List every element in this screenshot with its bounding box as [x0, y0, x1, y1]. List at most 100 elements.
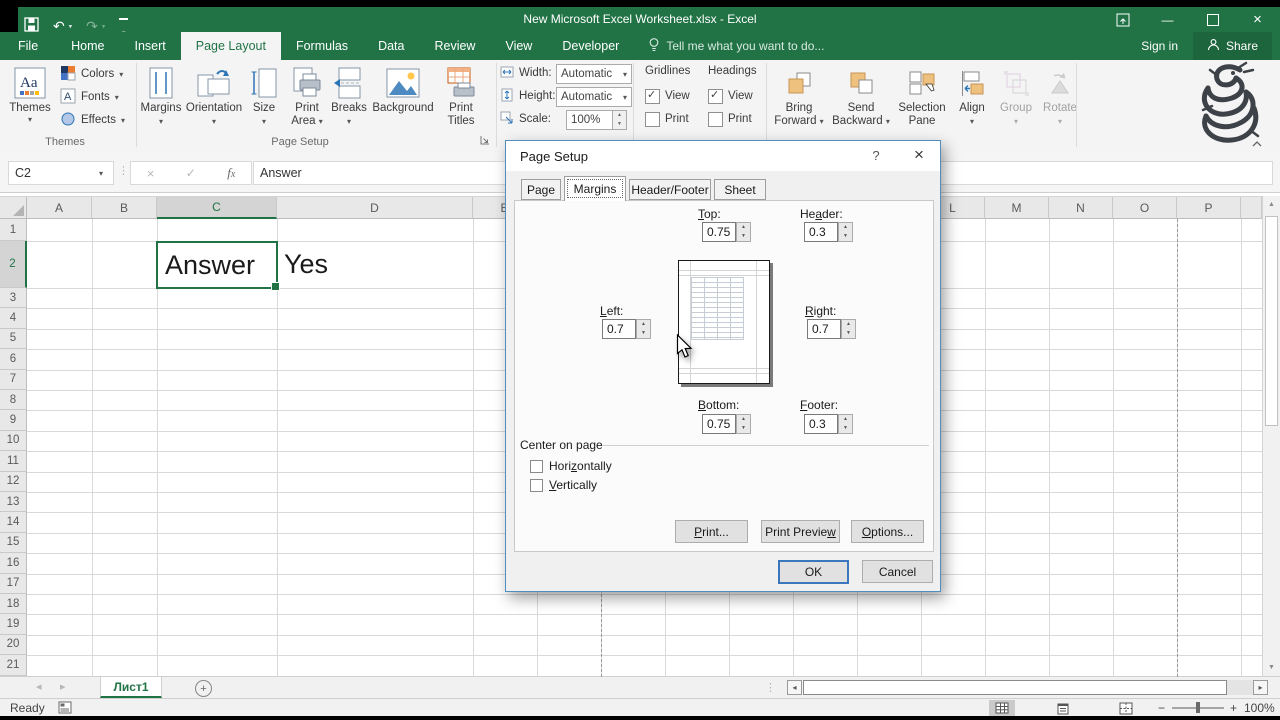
spin-down-icon[interactable]: ▼ [842, 329, 855, 338]
column-header-P[interactable]: P [1177, 197, 1241, 219]
hscroll-left-icon[interactable]: ◂ [787, 680, 802, 695]
height-dropdown[interactable]: Automatic▾ [556, 87, 632, 107]
footer-margin-input[interactable] [804, 414, 838, 434]
macro-record-icon[interactable] [58, 701, 72, 717]
page-setup-dialog-launcher-icon[interactable] [480, 134, 490, 148]
scroll-up-icon[interactable]: ▲ [1265, 201, 1278, 208]
scale-input[interactable]: 100% [566, 110, 616, 130]
close-button[interactable]: × [1235, 7, 1280, 32]
insert-function-icon[interactable]: fx [227, 165, 235, 181]
top-margin-input[interactable] [702, 222, 736, 242]
horizontally-checkbox[interactable] [530, 460, 543, 473]
align-button[interactable]: Align▾ [952, 62, 992, 148]
name-box-dropdown-icon[interactable]: ▾ [99, 169, 103, 178]
maximize-button[interactable] [1190, 7, 1235, 32]
tab-data[interactable]: Data [363, 32, 419, 60]
orientation-button[interactable]: Orientation▾ [186, 62, 242, 148]
row-header-9[interactable]: 9 [0, 410, 27, 430]
row-header-18[interactable]: 18 [0, 594, 27, 614]
hscroll-right-icon[interactable]: ▸ [1253, 680, 1268, 695]
tab-review[interactable]: Review [419, 32, 490, 60]
selection-pane-button[interactable]: SelectionPane [894, 62, 950, 148]
width-dropdown[interactable]: Automatic▾ [556, 64, 632, 84]
sheet-tab-list1[interactable]: Лист1 [100, 677, 162, 698]
print-preview-button[interactable]: Print Preview [761, 520, 840, 543]
fill-handle[interactable] [271, 282, 280, 291]
row-header-2[interactable]: 2 [0, 241, 27, 288]
row-header-1[interactable]: 1 [0, 219, 27, 241]
select-all-button[interactable] [0, 197, 27, 219]
footer-margin-spinner[interactable]: ▲▼ [838, 414, 853, 434]
tell-me-box[interactable]: Tell me what you want to do... [634, 32, 838, 60]
header-margin-input[interactable] [804, 222, 838, 242]
column-header-B[interactable]: B [92, 197, 157, 219]
row-header-20[interactable]: 20 [0, 635, 27, 655]
tab-scroll-splitter[interactable]: ⋮ [765, 681, 776, 694]
cancel-button[interactable]: Cancel [862, 560, 933, 583]
effects-button[interactable]: Effects▾ [60, 110, 125, 130]
row-header-15[interactable]: 15 [0, 533, 27, 553]
fonts-button[interactable]: A Fonts▾ [60, 87, 119, 107]
row-header-5[interactable]: 5 [0, 329, 27, 349]
headings-view-checkbox[interactable]: View [708, 86, 753, 106]
tab-page-layout[interactable]: Page Layout [181, 32, 281, 60]
row-header-17[interactable]: 17 [0, 574, 27, 594]
bring-forward-button[interactable]: BringForward ▾ [770, 62, 828, 148]
background-button[interactable]: Background [372, 62, 434, 148]
print-titles-button[interactable]: PrintTitles [436, 62, 486, 148]
scale-spinner[interactable]: ▲▼ [612, 110, 627, 130]
spin-up-icon[interactable]: ▲ [842, 320, 855, 329]
headings-print-checkbox[interactable]: Print [708, 109, 752, 129]
page-layout-view-icon[interactable] [1050, 700, 1076, 716]
right-margin-spinner[interactable]: ▲▼ [841, 319, 856, 339]
left-margin-spinner[interactable]: ▲▼ [636, 319, 651, 339]
dialog-help-icon[interactable]: ? [866, 148, 886, 163]
zoom-out-icon[interactable]: − [1158, 701, 1165, 715]
share-button[interactable]: Share [1193, 32, 1272, 60]
sign-in-link[interactable]: Sign in [1141, 32, 1178, 60]
row-header-14[interactable]: 14 [0, 512, 27, 532]
right-margin-input[interactable] [807, 319, 841, 339]
row-header-8[interactable]: 8 [0, 390, 27, 410]
spin-up-icon[interactable]: ▲ [839, 415, 852, 424]
dialog-tab-sheet[interactable]: Sheet [714, 179, 766, 200]
column-header-N[interactable]: N [1049, 197, 1113, 219]
selected-cell-C2[interactable]: Answer [156, 241, 278, 289]
new-sheet-button[interactable]: + [195, 680, 212, 697]
row-header-11[interactable]: 11 [0, 451, 27, 471]
colors-button[interactable]: Colors▾ [60, 64, 123, 84]
gridlines-view-checkbox[interactable]: View [645, 86, 690, 106]
group-button[interactable]: Group▾ [994, 62, 1038, 148]
name-box-input[interactable] [9, 165, 97, 181]
horizontal-scroll-track[interactable] [1227, 680, 1253, 695]
row-header-19[interactable]: 19 [0, 614, 27, 634]
gridlines-print-checkbox[interactable]: Print [645, 109, 689, 129]
page-break-preview-icon[interactable] [1113, 700, 1139, 716]
normal-view-icon[interactable] [989, 700, 1015, 716]
spin-down-icon[interactable]: ▼ [737, 424, 750, 433]
row-header-6[interactable]: 6 [0, 349, 27, 369]
margin-preview[interactable] [678, 260, 770, 384]
vertically-checkbox[interactable] [530, 479, 543, 492]
spin-up-icon[interactable]: ▲ [839, 223, 852, 232]
top-margin-spinner[interactable]: ▲▼ [736, 222, 751, 242]
ok-button[interactable]: OK [778, 560, 849, 584]
row-header-4[interactable]: 4 [0, 308, 27, 328]
send-backward-button[interactable]: SendBackward ▾ [830, 62, 892, 148]
scroll-down-icon[interactable]: ▼ [1265, 664, 1278, 671]
headings-view-check-icon[interactable] [708, 89, 723, 104]
spin-down-icon[interactable]: ▼ [637, 329, 650, 338]
row-header-3[interactable]: 3 [0, 288, 27, 308]
sheet-nav-left-icon[interactable]: ◂ [36, 680, 42, 693]
tab-formulas[interactable]: Formulas [281, 32, 363, 60]
dialog-close-icon[interactable]: × [906, 145, 932, 165]
headings-print-check-icon[interactable] [708, 112, 723, 127]
tab-view[interactable]: View [490, 32, 547, 60]
header-margin-spinner[interactable]: ▲▼ [838, 222, 853, 242]
column-header-C[interactable]: C [157, 197, 277, 219]
row-header-7[interactable]: 7 [0, 370, 27, 390]
enter-formula-icon[interactable]: ✓ [186, 166, 196, 180]
ribbon-display-options-icon[interactable] [1100, 7, 1145, 32]
dialog-tab-page[interactable]: Page [521, 179, 561, 200]
column-header-M[interactable]: M [985, 197, 1049, 219]
